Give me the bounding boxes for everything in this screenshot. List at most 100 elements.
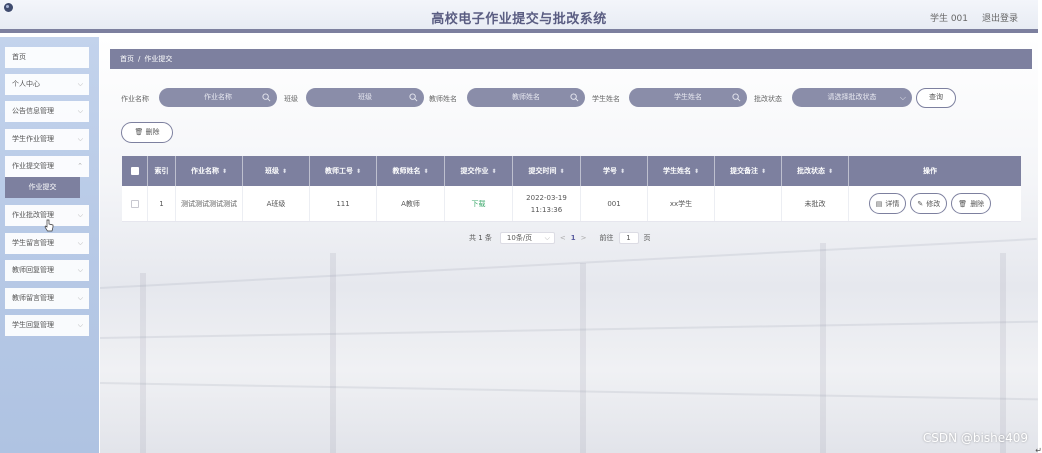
sidebar-item-student-messages[interactable]: 学生留言管理 ⌵ (5, 233, 89, 254)
column-header-label: 学生姓名 (662, 167, 691, 175)
current-user: 学生 001 (929, 14, 968, 24)
class-label: 班级 (284, 95, 298, 103)
select-all-checkbox[interactable] (130, 167, 139, 175)
assignment-name-label: 作业名称 (121, 95, 149, 103)
sort-icon: ⬍ (693, 167, 700, 175)
column-header-student-id[interactable]: 学号 ⬍ (581, 156, 648, 186)
prev-page-button[interactable]: < (560, 234, 566, 242)
student-name-input[interactable]: 学生姓名 (629, 88, 747, 107)
column-header-label: 教师工号 (324, 167, 353, 175)
row-checkbox[interactable] (130, 199, 139, 208)
background-fence-post (820, 243, 826, 453)
column-header-status[interactable]: 批改状态 ⬍ (782, 156, 849, 186)
column-header-class[interactable]: 班级 ⬍ (243, 156, 310, 186)
column-header-label: 班级 (264, 167, 279, 175)
table-header: 索引 作业名称 ⬍ 班级 ⬍ 教师工号 ⬍ 教师姓名 ⬍ 提交作业 ⬍ 提交时间 ⬍ 学号 ⬍… (122, 156, 1021, 186)
breadcrumb: 首页 / 作业提交 (110, 49, 1032, 69)
chevron-up-icon: ⌃ (77, 162, 83, 170)
sidebar-item-label: 首页 (12, 53, 26, 61)
pencil-icon: ✎ (917, 199, 924, 208)
column-header-submission[interactable]: 提交作业 ⬍ (445, 156, 513, 186)
breadcrumb-home[interactable]: 首页 (120, 55, 134, 63)
page-number-current[interactable]: 1 (571, 234, 576, 242)
cell-student-id: 001 (581, 186, 648, 221)
cell-assignment-name: 测试测试测试测试 (176, 186, 243, 221)
search-icon (570, 93, 579, 102)
detail-button[interactable]: ▤ 详情 (868, 193, 907, 214)
sidebar-item-submission-management[interactable]: 作业提交管理 ⌃ (5, 156, 89, 177)
query-button[interactable]: 查询 (916, 88, 956, 108)
submission-table: 索引 作业名称 ⬍ 班级 ⬍ 教师工号 ⬍ 教师姓名 ⬍ 提交作业 ⬍ 提交时间 ⬍ 学号 ⬍… (122, 156, 1021, 222)
sidebar-item-profile[interactable]: 个人中心 ⌵ (5, 74, 89, 95)
sidebar-item-label: 公告信息管理 (12, 107, 54, 115)
edge-mark: ↵ (1035, 446, 1042, 453)
chevron-down-icon: ⌵ (77, 211, 83, 219)
batch-delete-button[interactable]: 🗑 删除 (121, 122, 173, 143)
sort-icon: ⬍ (491, 167, 497, 175)
sidebar-item-announcements[interactable]: 公告信息管理 ⌵ (5, 101, 89, 122)
student-name-placeholder: 学生姓名 (674, 93, 702, 101)
column-header-teacher-id[interactable]: 教师工号 ⬍ (310, 156, 377, 186)
column-header-student-name[interactable]: 学生姓名 ⬍ (648, 156, 715, 186)
column-header-teacher-name[interactable]: 教师姓名 ⬍ (377, 156, 445, 186)
download-link[interactable]: 下载 (472, 198, 486, 210)
student-name-label: 学生姓名 (592, 95, 620, 103)
page-size-select[interactable]: 10条/页 ⌵ (499, 232, 555, 244)
search-icon (262, 93, 271, 102)
background-fence-post (1000, 253, 1006, 453)
background-fence-wire (100, 320, 1038, 339)
class-input[interactable]: 班级 (306, 88, 424, 107)
column-header-submit-time[interactable]: 提交时间 ⬍ (513, 156, 581, 186)
sort-icon: ⬍ (827, 167, 834, 175)
cell-remark (715, 186, 782, 221)
sidebar-item-label: 教师回复管理 (12, 266, 54, 274)
column-header-label: 学号 (602, 167, 617, 175)
grading-status-select[interactable]: 请选择批改状态 ⌵ (792, 88, 912, 107)
delete-button[interactable]: 🗑 删除 (951, 193, 992, 214)
background-fence-post (330, 253, 336, 453)
pagination-total: 共 1 条 (469, 234, 492, 242)
search-icon (732, 93, 741, 102)
sidebar-item-teacher-messages[interactable]: 教师留言管理 ⌵ (5, 288, 89, 309)
chevron-down-icon: ⌵ (77, 321, 83, 329)
next-page-button[interactable]: > (581, 234, 587, 242)
column-header-assignment-name[interactable]: 作业名称 ⬍ (176, 156, 243, 186)
pagination: 共 1 条 10条/页 ⌵ < 1 > 前往 1 页 (469, 231, 651, 245)
chevron-down-icon: ⌵ (77, 294, 83, 302)
mouse-pointer-icon (44, 219, 54, 232)
chevron-down-icon: ⌵ (544, 234, 550, 242)
chevron-down-icon: ⌵ (77, 80, 83, 88)
assignment-name-input[interactable]: 作业名称 (159, 88, 277, 107)
background-fence-wire (100, 382, 1038, 401)
trash-icon: 🗑 (958, 199, 968, 208)
teacher-name-label: 教师姓名 (429, 95, 457, 103)
sidebar-item-home[interactable]: 首页 (5, 47, 89, 68)
column-header-label: 提交备注 (729, 167, 758, 175)
teacher-name-input[interactable]: 教师姓名 (467, 88, 585, 107)
background-fence-post (140, 273, 146, 453)
goto-page-input[interactable]: 1 (618, 232, 639, 244)
edit-button[interactable]: ✎ 修改 (910, 193, 948, 214)
select-all-cell (122, 156, 148, 186)
sidebar-item-student-assignments[interactable]: 学生作业管理 ⌵ (5, 129, 89, 150)
column-header-label: 批改状态 (796, 167, 825, 175)
edit-label: 修改 (926, 199, 941, 208)
table-row: 1 测试测试测试测试 A班级 111 A教师 下载 2022-03-19 11:… (122, 186, 1021, 222)
sidebar-item-label: 个人中心 (12, 80, 40, 88)
sidebar-item-student-replies[interactable]: 学生回复管理 ⌵ (5, 315, 89, 336)
column-header-label: 索引 (154, 167, 169, 175)
sort-icon: ⬍ (619, 167, 626, 175)
sidebar-item-teacher-replies[interactable]: 教师回复管理 ⌵ (5, 260, 89, 281)
submenu-item-submission[interactable]: 作业提交 (5, 177, 80, 198)
cell-teacher-id: 111 (310, 186, 377, 221)
watermark: CSDN @bishe409 (922, 431, 1028, 445)
breadcrumb-current: 作业提交 (144, 55, 173, 63)
sort-icon: ⬍ (760, 167, 767, 175)
logout-link[interactable]: 退出登录 (982, 11, 1018, 24)
chevron-down-icon: ⌵ (77, 239, 83, 247)
teacher-name-placeholder: 教师姓名 (512, 93, 540, 101)
column-header-remark[interactable]: 提交备注 ⬍ (715, 156, 782, 186)
sort-icon: ⬍ (355, 167, 362, 175)
goto-label: 前往 (599, 234, 614, 242)
sidebar-item-label: 学生回复管理 (12, 321, 54, 329)
